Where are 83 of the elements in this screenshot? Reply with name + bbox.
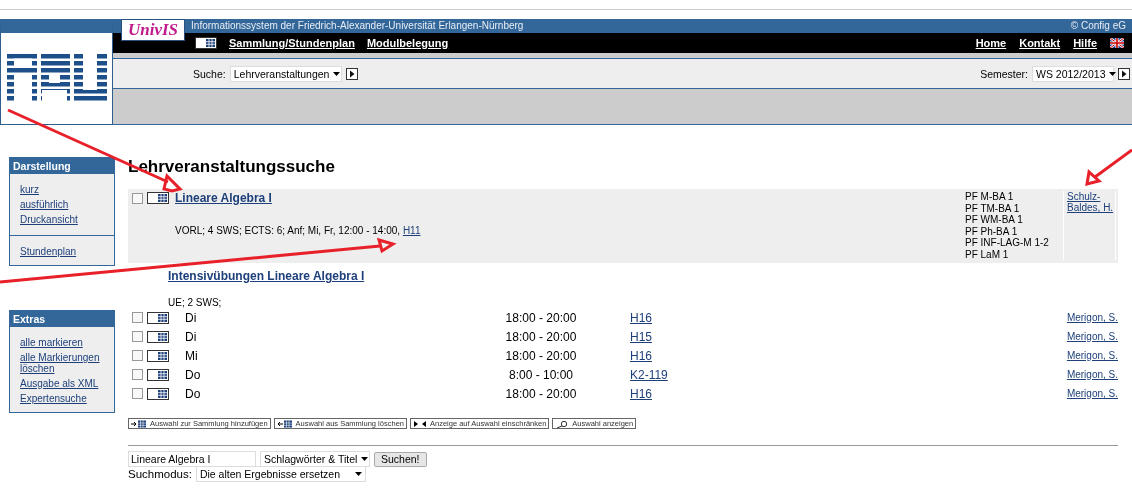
room-link[interactable]: H15 — [629, 329, 652, 344]
calendar-icon[interactable] — [147, 330, 169, 343]
search-type-dropdown[interactable]: Lehrveranstaltungen — [229, 65, 342, 82]
course-details: VORL; 4 SWS; ECTS: 6; Anf; Mi, Fr, 12:00 - 14:00, — [175, 225, 401, 236]
checkbox[interactable] — [132, 350, 143, 361]
room-link[interactable]: K2-119 — [629, 367, 668, 382]
exercise-title-link[interactable]: Intensivübungen Lineare Algebra I — [168, 269, 365, 283]
panel-title: Darstellung — [10, 158, 114, 174]
room-link[interactable]: H16 — [629, 386, 652, 401]
narrow-icon — [413, 419, 427, 428]
semester-dropdown[interactable]: WS 2012/2013 — [1032, 65, 1114, 82]
copyright-text: © Config eG — [1070, 19, 1127, 33]
calendar-icon[interactable] — [147, 387, 169, 400]
nav-link[interactable]: Hilfe — [1073, 37, 1097, 49]
lecturer-link[interactable]: Schulz-Baldes, H. — [1067, 191, 1115, 213]
search-button[interactable]: Suchen! — [374, 451, 427, 467]
search-label: Suche: — [193, 67, 226, 80]
exercise-details: UE; 2 SWS; — [168, 297, 223, 308]
module-code: PF TM-BA 1 — [965, 202, 1021, 214]
search-mode-label: Suchmodus: — [128, 468, 192, 480]
go-button[interactable] — [1118, 67, 1130, 80]
sidebar-link[interactable]: alle Markierungen löschen — [20, 352, 104, 374]
course-title-link[interactable]: Lineare Algebra I — [175, 191, 272, 205]
search-field-dropdown[interactable]: Schlagwörter & Titel — [260, 451, 370, 467]
checkbox[interactable] — [132, 331, 143, 342]
checkbox[interactable] — [132, 192, 143, 204]
nav-link[interactable]: Modulbelegung — [366, 37, 449, 49]
lecturer-link[interactable]: Merigon, S. — [1066, 312, 1118, 323]
session-time: 18:00 - 20:00 — [504, 386, 578, 401]
calendar-icon[interactable] — [147, 368, 169, 381]
caret-icon — [1109, 71, 1117, 76]
go-button[interactable] — [345, 67, 358, 80]
nav-link[interactable]: Home — [975, 37, 1007, 49]
module-code: PF Ph-BA 1 — [965, 225, 1019, 237]
room-link[interactable]: H16 — [629, 348, 652, 363]
checkbox[interactable] — [132, 312, 143, 323]
lecturer-link[interactable]: Merigon, S. — [1066, 388, 1118, 399]
calendar-icon[interactable] — [195, 37, 217, 49]
sidebar-link[interactable]: alle markieren — [20, 337, 104, 348]
sidebar-link[interactable]: ausführlich — [20, 199, 104, 210]
nav-link[interactable]: Kontakt — [1019, 37, 1061, 49]
search-mode-dropdown[interactable]: Die alten Ergebnisse ersetzen — [195, 466, 366, 482]
module-code: PF INF-LAG-M 1-2 — [965, 237, 1050, 249]
calendar-icon[interactable] — [147, 349, 169, 362]
sidebar-link[interactable]: Druckansicht — [20, 214, 104, 225]
session-day: Do — [185, 367, 225, 382]
checkbox[interactable] — [132, 369, 143, 380]
lecturer-link[interactable]: Merigon, S. — [1066, 331, 1118, 342]
sidebar-link[interactable]: Ausgabe als XML — [20, 378, 104, 389]
session-time: 18:00 - 20:00 — [504, 348, 578, 363]
sidebar-link[interactable]: Stundenplan — [20, 246, 104, 257]
module-code: PF WM-BA 1 — [965, 214, 1024, 226]
session-day: Mi — [185, 348, 225, 363]
univis-logo[interactable]: UnivIS — [121, 19, 186, 41]
session-time: 8:00 - 10:00 — [507, 367, 574, 382]
session-day: Do — [185, 386, 225, 401]
remove-from-calendar-icon — [276, 419, 293, 428]
magnifier-icon — [555, 419, 570, 428]
caret-icon — [354, 472, 362, 476]
room-link[interactable]: H11 — [402, 225, 421, 236]
room-link[interactable]: H16 — [629, 310, 652, 325]
sidebar-link[interactable]: kurz — [20, 184, 104, 195]
site-tagline: Informationssystem der Friedrich-Alexander-Universität Erlangen-Nürnberg — [191, 19, 524, 33]
lecturer-link[interactable]: Merigon, S. — [1066, 350, 1118, 361]
panel-title: Extras — [10, 311, 114, 327]
lecturer-link[interactable]: Merigon, S. — [1066, 369, 1118, 380]
nav-link[interactable]: Sammlung/Stundenplan — [229, 37, 355, 49]
checkbox[interactable] — [132, 388, 143, 399]
module-code: PF LaM 1 — [965, 248, 1010, 260]
session-time: 18:00 - 20:00 — [504, 329, 578, 344]
add-to-calendar-icon — [131, 419, 147, 428]
sidebar-link[interactable]: Expertensuche — [20, 393, 104, 404]
calendar-icon[interactable] — [147, 192, 169, 204]
caret-icon — [333, 71, 341, 76]
semester-label: Semester: — [980, 67, 1028, 80]
session-day: Di — [185, 310, 225, 325]
calendar-icon[interactable] — [147, 311, 169, 324]
caret-icon — [361, 457, 369, 461]
annotation-arrow — [1085, 148, 1132, 186]
session-time: 18:00 - 20:00 — [504, 310, 578, 325]
module-code: PF M-BA 1 — [965, 191, 1015, 203]
uk-flag-icon[interactable] — [1110, 38, 1124, 48]
session-day: Di — [185, 329, 225, 344]
